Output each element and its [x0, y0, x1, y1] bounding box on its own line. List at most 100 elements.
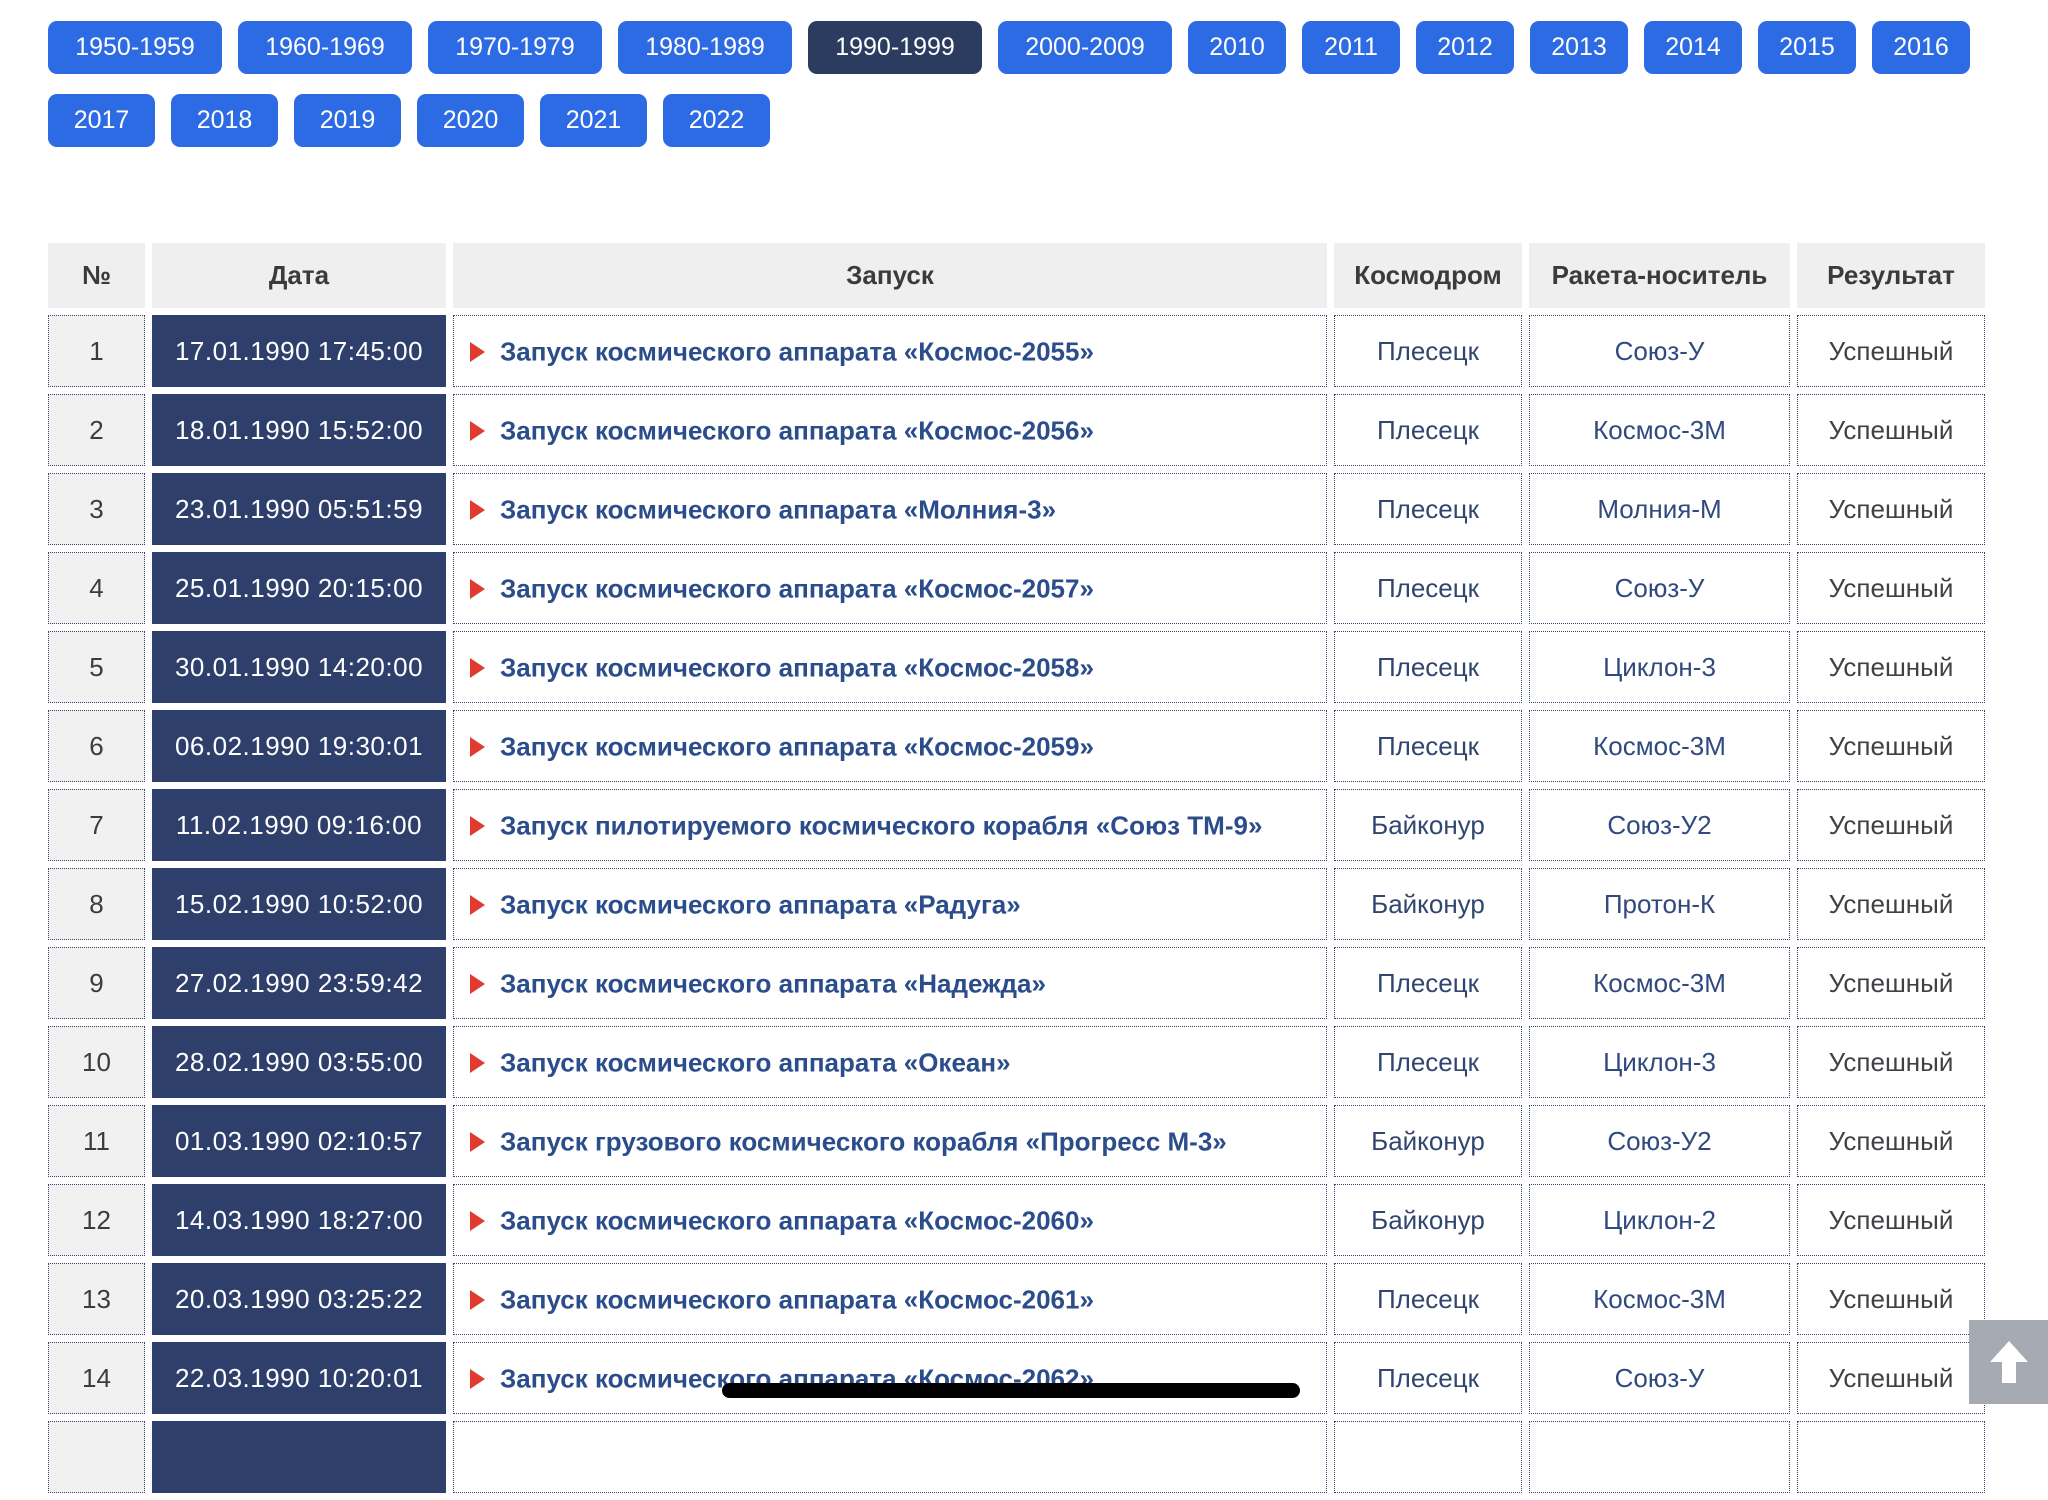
launch-link[interactable]: Запуск космического аппарата «Космос-205… — [500, 336, 1094, 366]
year-filter-2021[interactable]: 2021 — [540, 94, 647, 147]
launch-link[interactable]: Запуск космического аппарата «Космос-205… — [500, 652, 1094, 682]
launch-link[interactable]: Запуск космического аппарата «Космос-206… — [500, 1284, 1094, 1314]
launch-cell: Запуск грузового космического корабля «П… — [453, 1105, 1327, 1177]
launch-result: Успешный — [1797, 473, 1985, 545]
launch-cell: Запуск космического аппарата «Космос-205… — [453, 552, 1327, 624]
row-number: 12 — [48, 1184, 145, 1256]
scroll-to-top-button[interactable] — [1969, 1320, 2048, 1404]
launch-cell: Запуск космического аппарата «Космос-206… — [453, 1263, 1327, 1335]
header-date: Дата — [152, 243, 446, 308]
launch-result: Успешный — [1797, 631, 1985, 703]
year-filter-2000-2009[interactable]: 2000-2009 — [998, 21, 1172, 74]
row-number: 7 — [48, 789, 145, 861]
table-row: 2 18.01.1990 15:52:00 Запуск космического … — [48, 394, 1985, 466]
red-triangle-icon — [470, 1052, 485, 1073]
table-row: 12 14.03.1990 18:27:00 Запуск космического… — [48, 1184, 1985, 1256]
year-filter-2011[interactable]: 2011 — [1302, 21, 1400, 74]
launch-cell: Запуск космического аппарата «Космос-205… — [453, 631, 1327, 703]
year-filter-1980-1989[interactable]: 1980-1989 — [618, 21, 792, 74]
launch-vehicle: Союз-У — [1529, 552, 1790, 624]
year-filter-2014[interactable]: 2014 — [1644, 21, 1742, 74]
row-number: 14 — [48, 1342, 145, 1414]
launch-link[interactable]: Запуск пилотируемого космического корабл… — [500, 810, 1262, 840]
launch-datetime: 23.01.1990 05:51:59 — [152, 473, 446, 545]
launch-vehicle: Протон-К — [1529, 868, 1790, 940]
red-triangle-icon — [470, 815, 485, 836]
launch-link[interactable]: Запуск космического аппарата «Космос-205… — [500, 573, 1094, 603]
launch-link[interactable]: Запуск космического аппарата «Радуга» — [500, 889, 1021, 919]
launch-link[interactable]: Запуск космического аппарата «Молния-3» — [500, 494, 1056, 524]
launch-result: Успешный — [1797, 947, 1985, 1019]
year-filter-1960-1969[interactable]: 1960-1969 — [238, 21, 412, 74]
year-filter-1950-1959[interactable]: 1950-1959 — [48, 21, 222, 74]
launch-datetime: 25.01.1990 20:15:00 — [152, 552, 446, 624]
row-number: 8 — [48, 868, 145, 940]
row-number: 5 — [48, 631, 145, 703]
year-filter-2015[interactable]: 2015 — [1758, 21, 1856, 74]
launch-datetime — [152, 1421, 446, 1493]
launch-cell: Запуск космического аппарата «Молния-3» — [453, 473, 1327, 545]
launch-datetime: 06.02.1990 19:30:01 — [152, 710, 446, 782]
launch-vehicle: Союз-У — [1529, 315, 1790, 387]
arrow-up-icon — [1989, 1341, 2028, 1383]
launch-result: Успешный — [1797, 1184, 1985, 1256]
launch-cell: Запуск космического аппарата «Надежда» — [453, 947, 1327, 1019]
year-filter-row-2: 2017 2018 2019 2020 2021 2022 — [48, 94, 1970, 147]
launch-cell — [453, 1421, 1327, 1493]
launch-cell: Запуск космического аппарата «Космос-205… — [453, 315, 1327, 387]
year-filter-2012[interactable]: 2012 — [1416, 21, 1514, 74]
year-filter-2018[interactable]: 2018 — [171, 94, 278, 147]
launch-vehicle: Союз-У — [1529, 1342, 1790, 1414]
launch-link[interactable]: Запуск грузового космического корабля «П… — [500, 1126, 1227, 1156]
table-header-row: № Дата Запуск Космодром Ракета-носитель Резул… — [48, 243, 1985, 308]
launch-site: Плесецк — [1334, 631, 1522, 703]
launch-site: Байконур — [1334, 789, 1522, 861]
launch-link[interactable]: Запуск космического аппарата «Космос-205… — [500, 415, 1094, 445]
row-number: 3 — [48, 473, 145, 545]
launch-site: Байконур — [1334, 1184, 1522, 1256]
launch-link[interactable]: Запуск космического аппарата «Космос-206… — [500, 1205, 1094, 1235]
launch-datetime: 11.02.1990 09:16:00 — [152, 789, 446, 861]
launch-vehicle — [1529, 1421, 1790, 1493]
red-triangle-icon — [470, 894, 485, 915]
red-triangle-icon — [470, 1131, 485, 1152]
table-row: 9 27.02.1990 23:59:42 Запуск космического … — [48, 947, 1985, 1019]
launch-datetime: 15.02.1990 10:52:00 — [152, 868, 446, 940]
header-num: № — [48, 243, 145, 308]
launch-link[interactable]: Запуск космического аппарата «Надежда» — [500, 968, 1046, 998]
year-filter-2019[interactable]: 2019 — [294, 94, 401, 147]
row-number: 1 — [48, 315, 145, 387]
year-filter-2010[interactable]: 2010 — [1188, 21, 1286, 74]
launch-link[interactable]: Запуск космического аппарата «Космос-205… — [500, 731, 1094, 761]
launch-datetime: 27.02.1990 23:59:42 — [152, 947, 446, 1019]
launch-datetime: 17.01.1990 17:45:00 — [152, 315, 446, 387]
launch-vehicle: Космос-3М — [1529, 947, 1790, 1019]
launch-result: Успешный — [1797, 710, 1985, 782]
row-number: 6 — [48, 710, 145, 782]
red-triangle-icon — [470, 578, 485, 599]
launch-site: Плесецк — [1334, 1342, 1522, 1414]
launch-result: Успешный — [1797, 1026, 1985, 1098]
launch-vehicle: Циклон-2 — [1529, 1184, 1790, 1256]
year-filter-1990-1999[interactable]: 1990-1999 — [808, 21, 982, 74]
year-filter-2013[interactable]: 2013 — [1530, 21, 1628, 74]
launch-result: Успешный — [1797, 552, 1985, 624]
launch-vehicle: Космос-3М — [1529, 710, 1790, 782]
launch-cell: Запуск космического аппарата «Космос-206… — [453, 1342, 1327, 1414]
table-row: 14 22.03.1990 10:20:01 Запуск космического… — [48, 1342, 1985, 1414]
launch-site: Плесецк — [1334, 394, 1522, 466]
launch-site: Плесецк — [1334, 947, 1522, 1019]
year-filter-2016[interactable]: 2016 — [1872, 21, 1970, 74]
launch-vehicle: Космос-3М — [1529, 394, 1790, 466]
launch-site: Плесецк — [1334, 315, 1522, 387]
launch-cell: Запуск космического аппарата «Океан» — [453, 1026, 1327, 1098]
launch-result: Успешный — [1797, 868, 1985, 940]
year-filter-2017[interactable]: 2017 — [48, 94, 155, 147]
year-filter-2022[interactable]: 2022 — [663, 94, 770, 147]
launch-vehicle: Циклон-3 — [1529, 631, 1790, 703]
launch-result — [1797, 1421, 1985, 1493]
launch-datetime: 14.03.1990 18:27:00 — [152, 1184, 446, 1256]
launch-link[interactable]: Запуск космического аппарата «Океан» — [500, 1047, 1011, 1077]
year-filter-2020[interactable]: 2020 — [417, 94, 524, 147]
year-filter-1970-1979[interactable]: 1970-1979 — [428, 21, 602, 74]
